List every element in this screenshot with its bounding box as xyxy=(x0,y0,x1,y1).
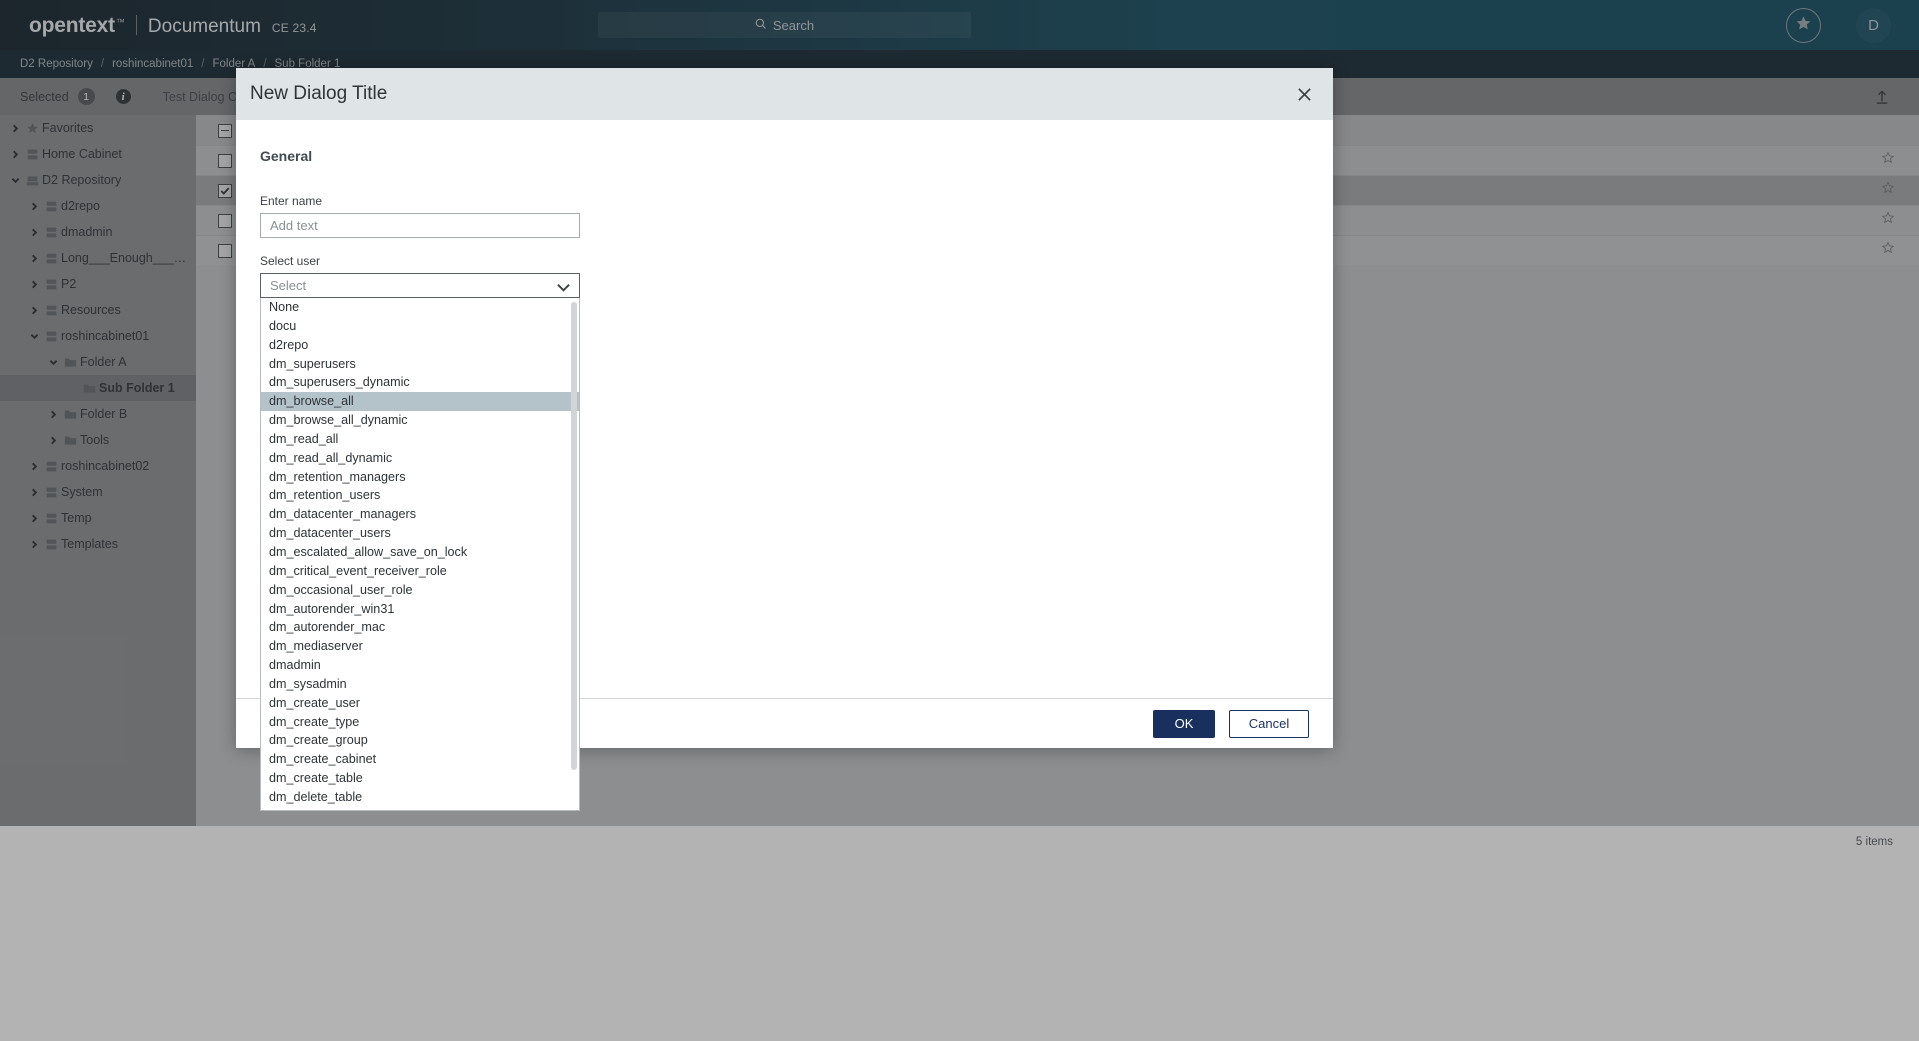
option-item[interactable]: dm_retention_users xyxy=(261,486,579,505)
option-item[interactable]: dm_autorender_mac xyxy=(261,618,579,637)
option-item[interactable]: d2repo xyxy=(261,336,579,355)
option-item[interactable]: dm_occasional_user_role xyxy=(261,581,579,600)
option-item[interactable]: dm_escalated_allow_save_on_lock xyxy=(261,543,579,562)
options-scrollbar[interactable] xyxy=(571,302,577,770)
option-item[interactable]: None xyxy=(261,298,579,317)
option-item[interactable]: dm_critical_event_receiver_role xyxy=(261,562,579,581)
section-title-general: General xyxy=(260,148,313,164)
select-user-placeholder: Select xyxy=(270,278,307,293)
option-item[interactable]: dm_mediaserver xyxy=(261,637,579,656)
select-user-label: Select user xyxy=(260,254,321,268)
enter-name-placeholder: Add text xyxy=(270,218,318,233)
dialog-body: General Enter name Add text Select user … xyxy=(236,120,1333,811)
select-user-dropdown[interactable]: Select None docu d2repo dm_superusers dm_sup… xyxy=(260,273,580,811)
option-item[interactable]: dm_create_user xyxy=(261,694,579,713)
option-item[interactable]: dm_create_table xyxy=(261,769,579,788)
enter-name-label: Enter name xyxy=(260,194,323,208)
option-item[interactable]: dm_read_all xyxy=(261,430,579,449)
option-item[interactable]: dm_escalated_read xyxy=(261,807,579,810)
ok-button[interactable]: OK xyxy=(1153,709,1215,738)
dialog-title: New Dialog Title xyxy=(250,83,388,104)
option-item[interactable]: dmadmin xyxy=(261,656,579,675)
dialog-header: New Dialog Title xyxy=(236,68,1333,120)
option-item[interactable]: dm_create_cabinet xyxy=(261,750,579,769)
cancel-button[interactable]: Cancel xyxy=(1229,709,1309,738)
chevron-down-icon xyxy=(557,280,570,295)
select-user-options-list[interactable]: None docu d2repo dm_superusers dm_superusers… xyxy=(260,298,580,811)
dialog: New Dialog Title General Enter name Add … xyxy=(236,68,1333,811)
option-item[interactable]: dm_datacenter_users xyxy=(261,524,579,543)
option-item[interactable]: dm_delete_table xyxy=(261,788,579,807)
option-item[interactable]: dm_create_type xyxy=(261,713,579,732)
enter-name-input[interactable]: Add text xyxy=(260,213,580,238)
option-item[interactable]: dm_superusers xyxy=(261,355,579,374)
option-item[interactable]: dm_create_group xyxy=(261,731,579,750)
option-item[interactable]: dm_datacenter_managers xyxy=(261,505,579,524)
select-user-trigger[interactable]: Select xyxy=(260,273,580,298)
option-item[interactable]: dm_read_all_dynamic xyxy=(261,449,579,468)
option-item[interactable]: dm_sysadmin xyxy=(261,675,579,694)
option-item[interactable]: dm_superusers_dynamic xyxy=(261,373,579,392)
option-item[interactable]: docu xyxy=(261,317,579,336)
option-item[interactable]: dm_browse_all xyxy=(261,392,579,412)
close-icon[interactable] xyxy=(1291,81,1317,107)
option-item[interactable]: dm_browse_all_dynamic xyxy=(261,411,579,430)
option-item[interactable]: dm_retention_managers xyxy=(261,468,579,487)
option-item[interactable]: dm_autorender_win31 xyxy=(261,600,579,619)
